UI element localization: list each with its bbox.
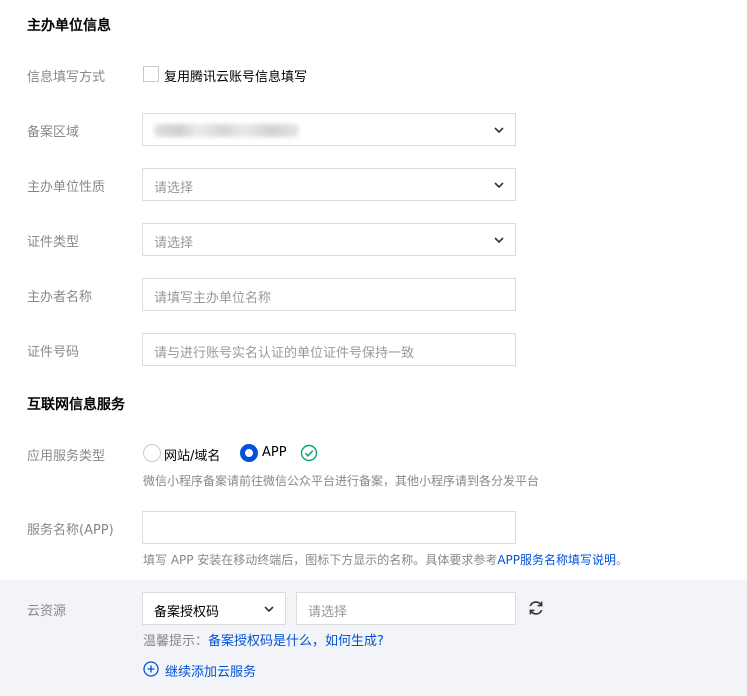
service-type-hint: 微信小程序备案请前往微信公众平台进行备案，其他小程序请到各分发平台 xyxy=(143,474,540,488)
radio-app[interactable] xyxy=(240,444,258,462)
cert-type-label: 证件类型 xyxy=(27,235,80,250)
service-name-hint-suffix: 。 xyxy=(616,553,629,567)
app-name-guide-link[interactable]: APP服务名称填写说明 xyxy=(497,553,616,567)
nature-placeholder: 请选择 xyxy=(154,181,194,196)
cloud-tip: 温馨提示：备案授权码是什么，如何生成? xyxy=(143,630,384,649)
cloud-type-value: 备案授权码 xyxy=(154,605,220,620)
radio-website[interactable] xyxy=(143,444,161,462)
add-cloud-service-label: 继续添加云服务 xyxy=(165,665,257,680)
service-name-hint-text: 填写 APP 安装在移动终端后，图标下方显示的名称。具体要求参考 xyxy=(143,553,498,567)
cert-no-input[interactable]: 请与进行账号实名认证的单位证件号保持一致 xyxy=(142,333,516,366)
region-label: 备案区域 xyxy=(27,125,80,140)
refresh-icon[interactable] xyxy=(526,598,546,618)
cloud-type-select[interactable]: 备案授权码 xyxy=(142,592,286,625)
cert-type-select[interactable]: 请选择 xyxy=(142,223,516,256)
service-type-label: 应用服务类型 xyxy=(27,449,106,464)
cloud-value-select[interactable]: 请选择 xyxy=(296,592,516,625)
sponsor-name-label: 主办者名称 xyxy=(27,290,93,305)
check-circle-icon xyxy=(300,444,318,462)
internet-section-title: 互联网信息服务 xyxy=(27,397,125,413)
plus-circle-icon xyxy=(143,661,159,677)
cert-no-label: 证件号码 xyxy=(27,345,80,360)
region-select[interactable] xyxy=(142,113,516,146)
reuse-account-checkbox[interactable] xyxy=(143,66,159,82)
sponsor-name-input[interactable]: 请填写主办单位名称 xyxy=(142,278,516,311)
nature-label: 主办单位性质 xyxy=(27,180,106,195)
radio-app-label[interactable]: APP xyxy=(262,445,287,460)
fill-method-label: 信息填写方式 xyxy=(27,70,106,85)
chevron-down-icon xyxy=(494,127,504,134)
region-blurred-value xyxy=(154,124,299,137)
sponsor-section-title: 主办单位信息 xyxy=(27,18,111,34)
cloud-tip-prefix: 温馨提示： xyxy=(143,634,209,649)
service-name-label: 服务名称(APP) xyxy=(27,523,114,538)
sponsor-name-placeholder: 请填写主办单位名称 xyxy=(154,291,272,306)
service-name-input[interactable] xyxy=(142,511,516,544)
cloud-value-placeholder: 请选择 xyxy=(308,605,348,620)
radio-website-label[interactable]: 网站/域名 xyxy=(164,445,220,464)
cloud-resource-label: 云资源 xyxy=(27,604,67,619)
reuse-account-checkbox-label[interactable]: 复用腾讯云账号信息填写 xyxy=(164,66,307,85)
auth-code-help-link[interactable]: 备案授权码是什么，如何生成? xyxy=(208,634,384,649)
service-name-hint: 填写 APP 安装在移动终端后，图标下方显示的名称。具体要求参考APP服务名称填… xyxy=(143,551,628,568)
chevron-down-icon xyxy=(264,606,274,613)
cert-no-placeholder: 请与进行账号实名认证的单位证件号保持一致 xyxy=(154,346,415,361)
chevron-down-icon xyxy=(494,182,504,189)
cert-type-placeholder: 请选择 xyxy=(154,236,194,251)
chevron-down-icon xyxy=(494,237,504,244)
nature-select[interactable]: 请选择 xyxy=(142,168,516,201)
